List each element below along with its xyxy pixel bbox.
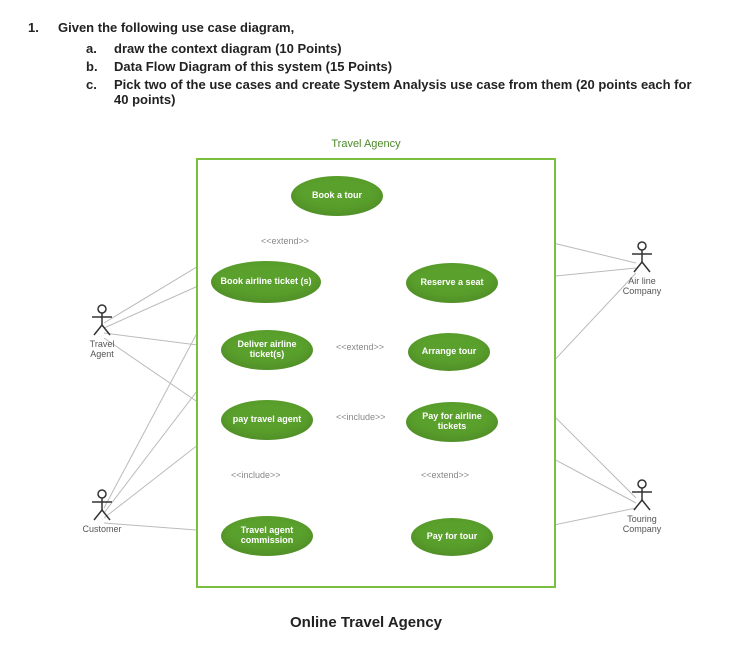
sub-a: a. draw the context diagram (10 Points) — [86, 41, 704, 56]
use-case-diagram: Travel Agency Book a tour Book airline t… — [36, 128, 696, 608]
sub-c: c. Pick two of the use cases and create … — [86, 77, 704, 107]
sub-b: b. Data Flow Diagram of this system (15 … — [86, 59, 704, 74]
stereo-extend-1: <<extend>> — [261, 236, 309, 246]
actor-customer: Customer — [78, 488, 126, 534]
usecase-book-ticket: Book airline ticket (s) — [211, 261, 321, 303]
stereo-include-2: <<include>> — [231, 470, 281, 480]
actor-touring-company: Touring Company — [618, 478, 666, 534]
usecase-pay-airline: Pay for airline tickets — [406, 402, 498, 442]
system-title: Travel Agency — [331, 138, 400, 150]
usecase-pay-travel-agent: pay travel agent — [221, 400, 313, 440]
usecase-pay-for-tour: Pay for tour — [411, 518, 493, 556]
question-intro: Given the following use case diagram, — [58, 20, 704, 35]
question-number: 1. — [28, 20, 44, 110]
person-icon — [628, 478, 656, 512]
stereo-include-1: <<include>> — [336, 412, 386, 422]
stereo-extend-2: <<extend>> — [336, 342, 384, 352]
question-block: 1. Given the following use case diagram,… — [28, 20, 704, 110]
stereo-extend-3: <<extend>> — [421, 470, 469, 480]
actor-travel-agent: Travel Agent — [78, 303, 126, 359]
actor-airline-company: Air line Company — [618, 240, 666, 296]
person-icon — [88, 303, 116, 337]
usecase-book-tour: Book a tour — [291, 176, 383, 216]
person-icon — [628, 240, 656, 274]
usecase-deliver-ticket: Deliver airline ticket(s) — [221, 330, 313, 370]
usecase-reserve-seat: Reserve a seat — [406, 263, 498, 303]
usecase-agent-commission: Travel agent commission — [221, 516, 313, 556]
usecase-arrange-tour: Arrange tour — [408, 333, 490, 371]
diagram-caption: Online Travel Agency — [28, 614, 704, 631]
person-icon — [88, 488, 116, 522]
